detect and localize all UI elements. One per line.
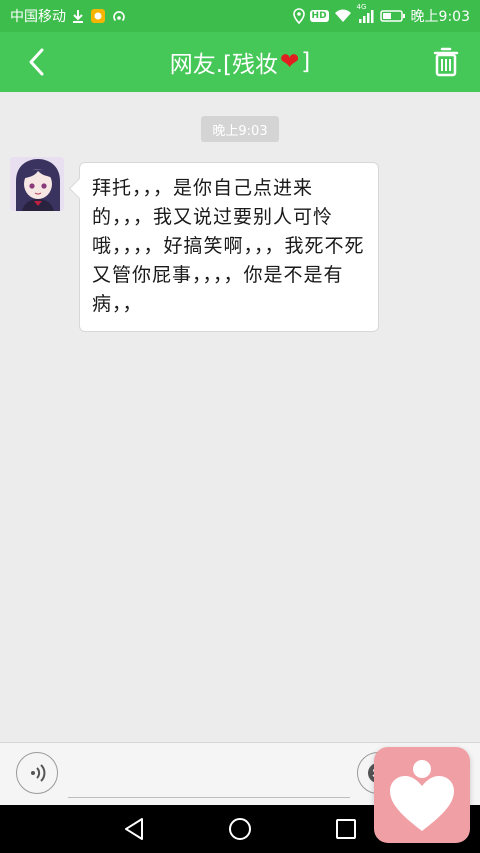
app-bar: 网友.[残妆 ❤ ] bbox=[0, 32, 480, 92]
voice-button[interactable] bbox=[16, 752, 58, 794]
message-timestamp: 晚上9:03 bbox=[201, 116, 279, 142]
page-title: 网友.[残妆 ❤ ] bbox=[90, 32, 390, 92]
nav-home-icon bbox=[229, 818, 251, 840]
status-bar-right: HD 4G 晚上9:03 bbox=[292, 3, 470, 26]
location-icon bbox=[292, 8, 305, 24]
status-time: 晚上9:03 bbox=[410, 9, 470, 25]
floating-heart-button[interactable] bbox=[374, 747, 470, 843]
status-bar-left: 中国移动 bbox=[10, 6, 127, 26]
message-input[interactable] bbox=[68, 755, 350, 798]
nav-back-button[interactable] bbox=[120, 815, 148, 843]
bubble-tail bbox=[68, 177, 91, 200]
nav-recents-button[interactable] bbox=[332, 815, 360, 843]
download-icon bbox=[71, 9, 85, 23]
nav-recents-icon bbox=[336, 819, 356, 839]
hd-icon: HD bbox=[309, 10, 329, 22]
title-text: 网友.[残妆 bbox=[169, 52, 279, 78]
title-suffix: ] bbox=[301, 49, 311, 75]
wifi-icon bbox=[334, 9, 352, 23]
heart-emoji: ❤ bbox=[280, 49, 300, 75]
nav-home-button[interactable] bbox=[226, 815, 254, 843]
avatar[interactable] bbox=[10, 157, 64, 211]
carrier-label: 中国移动 bbox=[10, 9, 66, 25]
message-text: 拜托，，，是你自己点进来的，，，我又说过要别人可怜哦，，，，好搞笑啊，，，我死不… bbox=[92, 177, 365, 315]
back-chevron-icon bbox=[29, 48, 44, 76]
app-icon bbox=[90, 8, 106, 24]
signal-label: 4G bbox=[356, 3, 367, 11]
trash-icon bbox=[433, 47, 459, 77]
status-bar: 中国移动 HD 4G 晚上9:03 bbox=[0, 0, 480, 32]
nav-back-icon bbox=[125, 818, 143, 840]
avatar-image bbox=[10, 157, 64, 211]
back-button[interactable] bbox=[18, 44, 54, 80]
chat-area[interactable]: 晚上9:03 拜托，，，是你自己点进来的，，，我又说过要别人可怜哦，，，，好搞笑… bbox=[0, 92, 480, 742]
signal-icon: 4G bbox=[357, 3, 375, 23]
battery-icon bbox=[379, 9, 406, 23]
hotspot-icon bbox=[111, 8, 127, 24]
message-bubble[interactable]: 拜托，，，是你自己点进来的，，，我又说过要别人可怜哦，，，，好搞笑啊，，，我死不… bbox=[68, 162, 379, 332]
delete-button[interactable] bbox=[428, 44, 464, 80]
heart-person-icon bbox=[390, 760, 454, 831]
voice-icon bbox=[31, 764, 46, 782]
